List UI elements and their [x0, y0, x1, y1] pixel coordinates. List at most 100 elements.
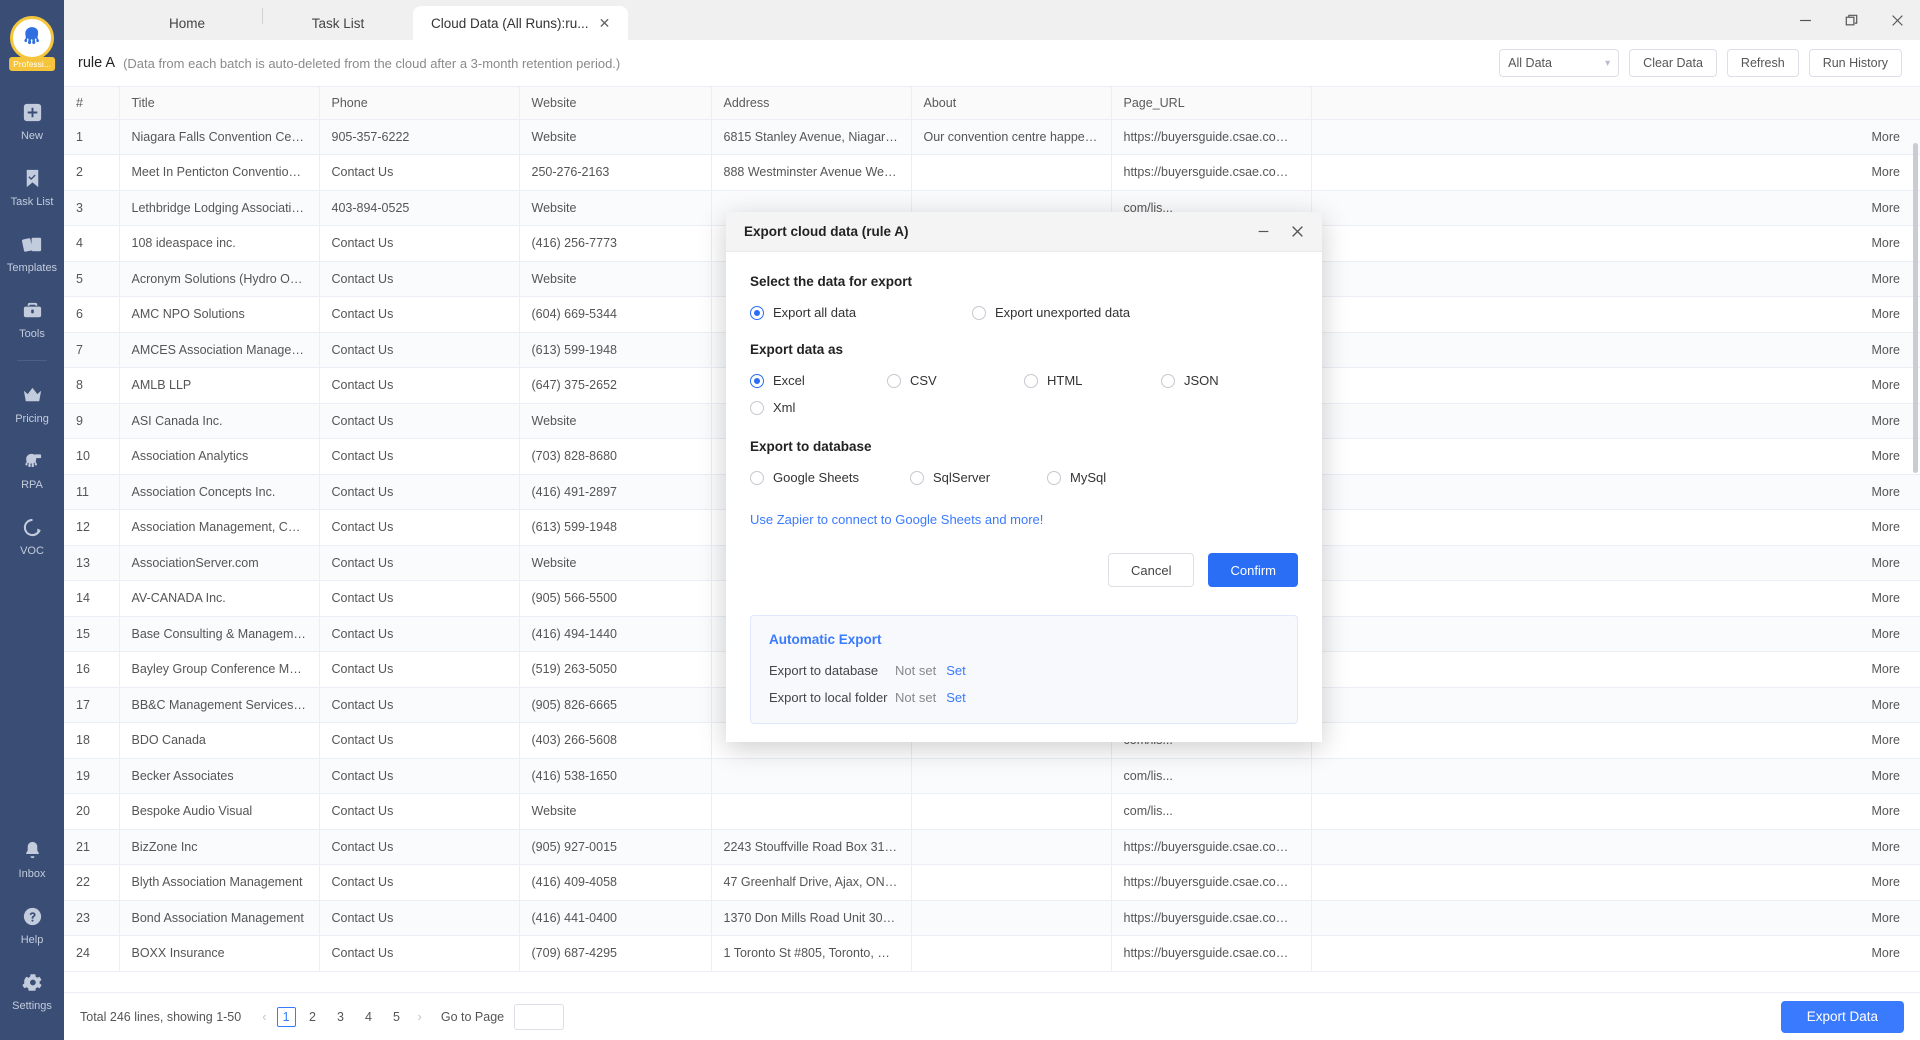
- pagination-page-2[interactable]: 2: [306, 1010, 320, 1024]
- cell-page-url: https://buyersguide.csae.com/lis...: [1111, 865, 1311, 901]
- radio-label: SqlServer: [933, 470, 990, 485]
- page-title: rule A: [78, 55, 115, 71]
- sidebar-item-pricing[interactable]: Pricing: [0, 373, 64, 433]
- row-more-button[interactable]: More: [1872, 769, 1900, 783]
- auto-export-value: Not set: [895, 663, 936, 678]
- table-row[interactable]: 21BizZone IncContact Us(905) 927-0015224…: [64, 829, 1920, 865]
- row-more-button[interactable]: More: [1872, 272, 1900, 286]
- row-more-button[interactable]: More: [1872, 946, 1900, 960]
- radio-format-csv[interactable]: CSV: [887, 373, 1024, 388]
- row-more-button[interactable]: More: [1872, 662, 1900, 676]
- window-minimize-button[interactable]: [1782, 0, 1828, 40]
- tab-cloud-data[interactable]: Cloud Data (All Runs):ru... ✕: [413, 6, 628, 40]
- tab-close-icon[interactable]: ✕: [599, 16, 611, 30]
- row-more-button[interactable]: More: [1872, 307, 1900, 321]
- vertical-scrollbar[interactable]: [1913, 143, 1918, 473]
- tab-task-list[interactable]: Task List: [263, 6, 413, 40]
- avatar[interactable]: Professi...: [10, 16, 54, 68]
- cell-website: (416) 491-2897: [519, 474, 711, 510]
- column-header-title[interactable]: Title: [119, 87, 319, 119]
- clear-data-button[interactable]: Clear Data: [1629, 49, 1717, 77]
- radio-format-xml[interactable]: Xml: [750, 400, 795, 415]
- table-row[interactable]: 20Bespoke Audio VisualContact UsWebsitec…: [64, 794, 1920, 830]
- radio-db-sqlserver[interactable]: SqlServer: [910, 470, 1047, 485]
- sidebar-item-templates[interactable]: Templates: [0, 222, 64, 282]
- refresh-button[interactable]: Refresh: [1727, 49, 1799, 77]
- cell-page-url: com/lis...: [1111, 758, 1311, 794]
- row-more-button[interactable]: More: [1872, 627, 1900, 641]
- cell-title: BB&C Management Services Inc.: [119, 687, 319, 723]
- row-more-button[interactable]: More: [1872, 591, 1900, 605]
- column-header-about[interactable]: About: [911, 87, 1111, 119]
- tab-home[interactable]: Home: [112, 6, 262, 40]
- row-more-button[interactable]: More: [1872, 165, 1900, 179]
- sidebar-item-task-list[interactable]: Task List: [0, 156, 64, 216]
- data-filter-select[interactable]: All Data ▾: [1499, 49, 1619, 77]
- sidebar-item-rpa[interactable]: RPA: [0, 439, 64, 499]
- column-header-page-url[interactable]: Page_URL: [1111, 87, 1311, 119]
- table-row[interactable]: 22Blyth Association ManagementContact Us…: [64, 865, 1920, 901]
- row-more-button[interactable]: More: [1872, 804, 1900, 818]
- radio-export-all-data[interactable]: Export all data: [750, 305, 972, 320]
- auto-export-set-link[interactable]: Set: [946, 690, 966, 705]
- row-more-button[interactable]: More: [1872, 343, 1900, 357]
- pagination-page-4[interactable]: 4: [362, 1010, 376, 1024]
- row-more-button[interactable]: More: [1872, 201, 1900, 215]
- run-history-button[interactable]: Run History: [1809, 49, 1902, 77]
- row-more-button[interactable]: More: [1872, 414, 1900, 428]
- cell-title: Acronym Solutions (Hydro One T...: [119, 261, 319, 297]
- radio-db-google-sheets[interactable]: Google Sheets: [750, 470, 910, 485]
- row-more-button[interactable]: More: [1872, 840, 1900, 854]
- column-header-address[interactable]: Address: [711, 87, 911, 119]
- row-more-button[interactable]: More: [1872, 556, 1900, 570]
- sidebar-item-help[interactable]: Help: [0, 894, 64, 954]
- column-header-phone[interactable]: Phone: [319, 87, 519, 119]
- cell-address: [711, 758, 911, 794]
- cell-index: 23: [64, 900, 119, 936]
- row-more-button[interactable]: More: [1872, 236, 1900, 250]
- row-more-button[interactable]: More: [1872, 449, 1900, 463]
- window-close-button[interactable]: [1874, 0, 1920, 40]
- pagination-page-3[interactable]: 3: [334, 1010, 348, 1024]
- row-more-button[interactable]: More: [1872, 378, 1900, 392]
- zapier-link[interactable]: Use Zapier to connect to Google Sheets a…: [750, 512, 1043, 527]
- row-more-button[interactable]: More: [1872, 130, 1900, 144]
- sidebar-item-voc[interactable]: VOC: [0, 505, 64, 565]
- cell-actions: More: [1311, 190, 1920, 226]
- table-row[interactable]: 2Meet In Penticton Convention B...Contac…: [64, 155, 1920, 191]
- table-row[interactable]: 1Niagara Falls Convention Centre905-357-…: [64, 119, 1920, 155]
- column-header-website[interactable]: Website: [519, 87, 711, 119]
- pagination-next[interactable]: ›: [418, 1009, 422, 1024]
- table-row[interactable]: 23Bond Association ManagementContact Us(…: [64, 900, 1920, 936]
- export-data-button[interactable]: Export Data: [1781, 1001, 1904, 1033]
- radio-db-mysql[interactable]: MySql: [1047, 470, 1106, 485]
- auto-export-set-link[interactable]: Set: [946, 663, 966, 678]
- table-row[interactable]: 19Becker AssociatesContact Us(416) 538-1…: [64, 758, 1920, 794]
- row-more-button[interactable]: More: [1872, 733, 1900, 747]
- row-more-button[interactable]: More: [1872, 698, 1900, 712]
- row-more-button[interactable]: More: [1872, 520, 1900, 534]
- cell-website: (613) 599-1948: [519, 332, 711, 368]
- row-more-button[interactable]: More: [1872, 911, 1900, 925]
- radio-export-unexported-data[interactable]: Export unexported data: [972, 305, 1130, 320]
- sidebar-item-new[interactable]: New: [0, 90, 64, 150]
- radio-format-excel[interactable]: Excel: [750, 373, 887, 388]
- window-maximize-button[interactable]: [1828, 0, 1874, 40]
- dialog-minimize-button[interactable]: [1246, 215, 1280, 249]
- row-more-button[interactable]: More: [1872, 875, 1900, 889]
- sidebar-item-tools[interactable]: Tools: [0, 288, 64, 348]
- pagination-page-5[interactable]: 5: [390, 1010, 404, 1024]
- column-header-index[interactable]: #: [64, 87, 119, 119]
- table-row[interactable]: 24BOXX InsuranceContact Us(709) 687-4295…: [64, 936, 1920, 972]
- pagination-prev[interactable]: ‹: [262, 1009, 266, 1024]
- goto-page-input[interactable]: [514, 1004, 564, 1030]
- pagination-page-1[interactable]: 1: [277, 1007, 296, 1027]
- sidebar-item-inbox[interactable]: Inbox: [0, 828, 64, 888]
- sidebar-item-settings[interactable]: Settings: [0, 960, 64, 1020]
- row-more-button[interactable]: More: [1872, 485, 1900, 499]
- confirm-button[interactable]: Confirm: [1208, 553, 1298, 587]
- radio-format-html[interactable]: HTML: [1024, 373, 1161, 388]
- dialog-close-button[interactable]: [1280, 215, 1314, 249]
- cancel-button[interactable]: Cancel: [1108, 553, 1194, 587]
- radio-format-json[interactable]: JSON: [1161, 373, 1219, 388]
